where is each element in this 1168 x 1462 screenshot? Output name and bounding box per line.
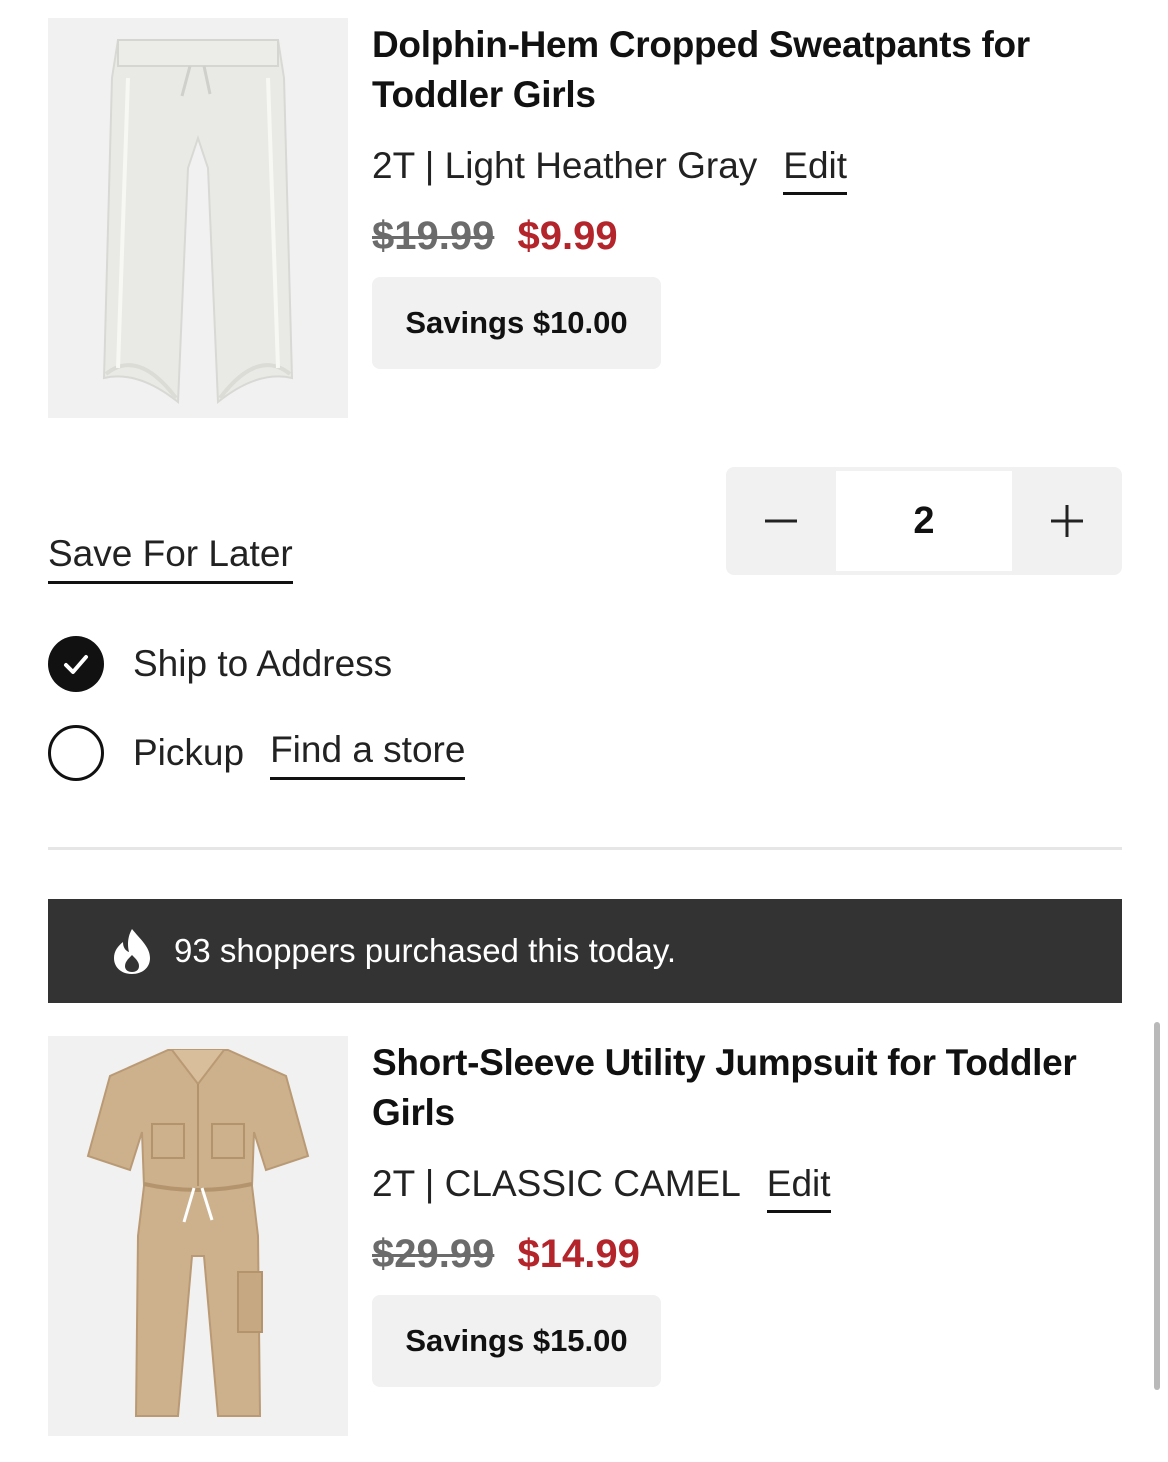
find-store-link[interactable]: Find a store: [270, 726, 466, 780]
social-proof-banner: 93 shoppers purchased this today.: [48, 899, 1122, 1003]
pickup-option[interactable]: Pickup Find a store: [48, 725, 466, 781]
decrement-button[interactable]: [726, 467, 836, 575]
checkmark-icon: [64, 655, 88, 674]
flame-icon: [114, 929, 150, 974]
quantity-stepper: 2: [726, 467, 1122, 575]
product-image-sweatpants[interactable]: [48, 18, 348, 418]
minus-icon: [765, 519, 797, 523]
ship-label: Ship to Address: [133, 643, 393, 684]
pickup-label: Pickup: [133, 732, 245, 773]
original-price: $29.99: [372, 1232, 495, 1276]
product-variant: 2T | CLASSIC CAMEL: [372, 1163, 741, 1204]
sale-price: $9.99: [517, 214, 618, 258]
ship-radio-checked[interactable]: [48, 636, 104, 692]
savings-badge: Savings $10.00: [372, 277, 661, 369]
increment-button[interactable]: [1012, 467, 1122, 575]
sweatpants-illustration: [48, 18, 348, 418]
save-for-later-link[interactable]: Save For Later: [48, 530, 293, 584]
product-variant-row: 2T | Light Heather Gray Edit: [372, 142, 848, 195]
social-proof-text: 93 shoppers purchased this today.: [174, 932, 677, 969]
product-variant: 2T | Light Heather Gray: [372, 145, 758, 186]
original-price: $19.99: [372, 214, 495, 258]
price-row: $29.99 $14.99: [372, 1230, 640, 1278]
jumpsuit-illustration: [48, 1036, 348, 1436]
sale-price: $14.99: [517, 1232, 640, 1276]
product-variant-row: 2T | CLASSIC CAMEL Edit: [372, 1160, 831, 1213]
price-row: $19.99 $9.99: [372, 212, 618, 260]
scrollbar-thumb[interactable]: [1154, 1022, 1160, 1390]
product-title[interactable]: Dolphin-Hem Cropped Sweatpants for Toddl…: [372, 20, 1112, 120]
plus-icon: [1051, 505, 1083, 537]
ship-option[interactable]: Ship to Address: [48, 636, 392, 692]
product-title[interactable]: Short-Sleeve Utility Jumpsuit for Toddle…: [372, 1038, 1112, 1138]
pickup-radio[interactable]: [48, 725, 104, 781]
edit-link[interactable]: Edit: [783, 142, 848, 195]
quantity-value[interactable]: 2: [836, 471, 1012, 571]
savings-badge: Savings $15.00: [372, 1295, 661, 1387]
edit-link[interactable]: Edit: [766, 1160, 831, 1213]
item-divider: [48, 847, 1122, 850]
product-image-jumpsuit[interactable]: [48, 1036, 348, 1436]
